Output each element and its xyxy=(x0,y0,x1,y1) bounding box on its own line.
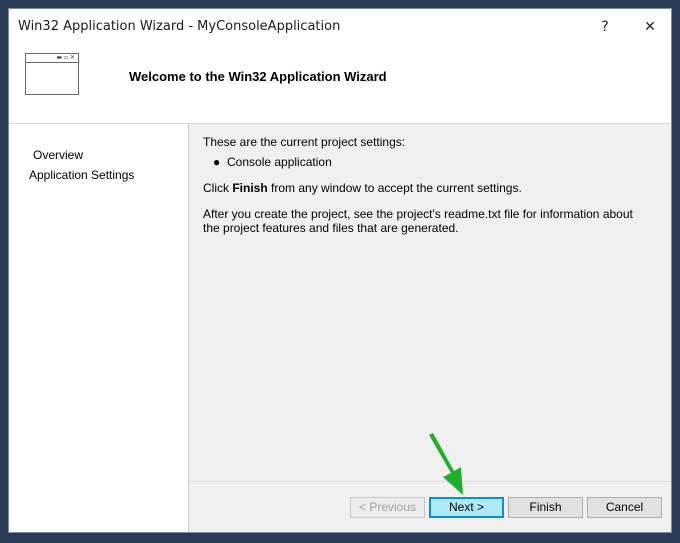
window-title: Win32 Application Wizard - MyConsoleAppl… xyxy=(18,19,341,34)
close-button[interactable]: ✕ xyxy=(630,15,670,39)
sidebar-item-application-settings[interactable]: Application Settings xyxy=(29,168,134,182)
page-title: Welcome to the Win32 Application Wizard xyxy=(129,69,387,84)
finish-suffix: from any window to accept the current se… xyxy=(267,181,522,195)
finish-button[interactable]: Finish xyxy=(508,497,583,518)
finish-bold-word: Finish xyxy=(232,181,268,195)
wizard-header: ▬ ▫ ✕ Welcome to the Win32 Application W… xyxy=(9,45,671,124)
wizard-window-icon: ▬ ▫ ✕ xyxy=(25,53,79,95)
next-button[interactable]: Next > xyxy=(429,497,504,518)
annotation-arrow-icon xyxy=(429,433,463,495)
readme-note: After you create the project, see the pr… xyxy=(203,207,633,235)
cancel-button[interactable]: Cancel xyxy=(587,497,662,518)
title-bar: Win32 Application Wizard - MyConsoleAppl… xyxy=(9,9,671,45)
bullet-text: Console application xyxy=(227,155,332,169)
sidebar-item-overview[interactable]: Overview xyxy=(31,148,86,162)
finish-prefix: Click xyxy=(203,181,233,195)
finish-instruction: Click Finish from any window to accept t… xyxy=(203,181,663,195)
wizard-content: These are the current project settings: … xyxy=(203,135,663,235)
wizard-sidebar: Overview Application Settings xyxy=(9,124,189,532)
wizard-window: Win32 Application Wizard - MyConsoleAppl… xyxy=(8,8,672,533)
bullet-icon: ● xyxy=(213,155,221,169)
previous-button[interactable]: < Previous xyxy=(350,497,425,518)
help-button[interactable]: ? xyxy=(585,15,625,39)
list-item: ● Console application xyxy=(213,155,663,169)
settings-intro: These are the current project settings: xyxy=(203,135,406,149)
